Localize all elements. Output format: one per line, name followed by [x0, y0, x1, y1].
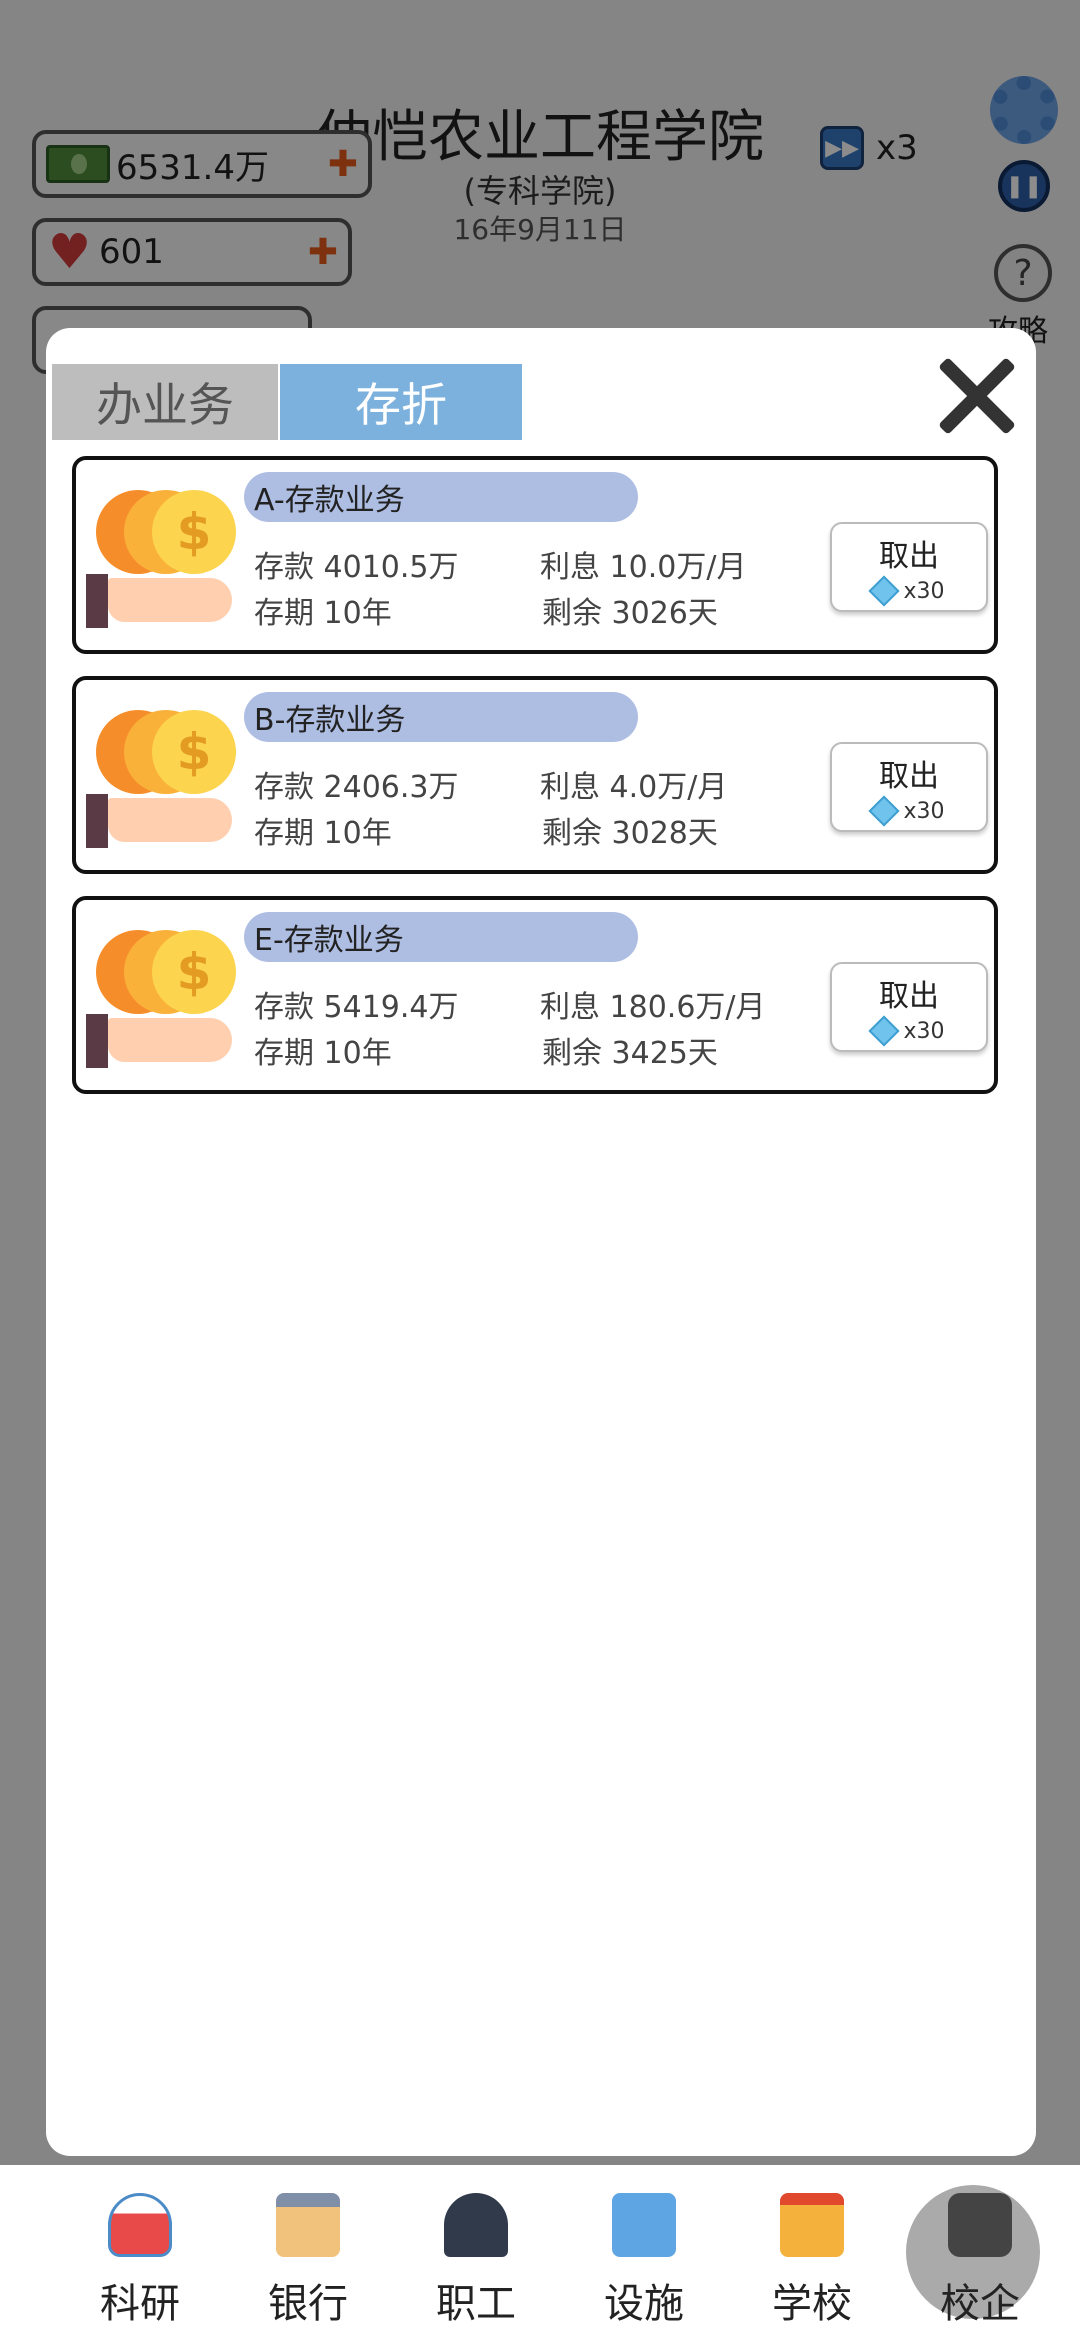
withdraw-cost: x30: [868, 1015, 945, 1047]
deposit-term: 存期 10年: [254, 1036, 392, 1071]
nav-school[interactable]: 学校: [728, 2165, 896, 2340]
tab-business[interactable]: 办业务: [52, 364, 278, 440]
deposit-title: E-存款业务: [244, 912, 638, 962]
nav-enterprise[interactable]: 校企: [896, 2165, 1064, 2340]
withdraw-label: 取出: [879, 758, 939, 794]
withdraw-button[interactable]: 取出 x30: [830, 962, 988, 1052]
nav-label: 科研: [100, 2281, 180, 2327]
deposit-term: 存期 10年: [254, 596, 392, 631]
nav-label: 设施: [604, 2281, 684, 2327]
school-icon: [780, 2193, 844, 2257]
diamond-icon: [868, 795, 901, 827]
nav-label: 校企: [940, 2281, 1020, 2327]
deposit-remaining: 剩余 3028天: [542, 816, 718, 851]
deposit-card: $ A-存款业务 存款 4010.5万 存期 10年 利息 10.0万/月 剩余…: [72, 456, 998, 654]
bottom-nav: 科研 银行 职工 设施 学校 校企: [0, 2165, 1080, 2340]
close-icon[interactable]: [934, 354, 1018, 438]
deposit-amount: 存款 2406.3万: [254, 770, 459, 805]
withdraw-cost: x30: [868, 575, 945, 607]
nav-staff[interactable]: 职工: [392, 2165, 560, 2340]
nav-research[interactable]: 科研: [56, 2165, 224, 2340]
deposit-interest: 利息 10.0万/月: [540, 550, 747, 585]
deposit-remaining: 剩余 3026天: [542, 596, 718, 631]
withdraw-label: 取出: [879, 978, 939, 1014]
deposit-card: $ B-存款业务 存款 2406.3万 存期 10年 利息 4.0万/月 剩余 …: [72, 676, 998, 874]
diamond-icon: [868, 1015, 901, 1047]
tab-passbook[interactable]: 存折: [280, 364, 522, 440]
deposit-term: 存期 10年: [254, 816, 392, 851]
deposit-amount: 存款 5419.4万: [254, 990, 459, 1025]
deposit-amount: 存款 4010.5万: [254, 550, 459, 585]
flask-icon: [108, 2193, 172, 2257]
withdraw-button[interactable]: 取出 x30: [830, 742, 988, 832]
deposit-card: $ E-存款业务 存款 5419.4万 存期 10年 利息 180.6万/月 剩…: [72, 896, 998, 1094]
bank-icon: [276, 2193, 340, 2257]
coins-hand-icon: $: [86, 478, 236, 628]
withdraw-label: 取出: [879, 538, 939, 574]
nav-label: 银行: [268, 2281, 348, 2327]
nav-bank[interactable]: 银行: [224, 2165, 392, 2340]
withdraw-cost: x30: [868, 795, 945, 827]
nav-facility[interactable]: 设施: [560, 2165, 728, 2340]
withdraw-button[interactable]: 取出 x30: [830, 522, 988, 612]
diamond-icon: [868, 575, 901, 607]
deposit-title: B-存款业务: [244, 692, 638, 742]
bank-modal: 办业务 存折 $ A-存款业务 存款 4010.5万 存期 10年 利息 10.…: [46, 328, 1036, 2156]
deposit-remaining: 剩余 3425天: [542, 1036, 718, 1071]
coins-hand-icon: $: [86, 698, 236, 848]
nav-label: 职工: [436, 2281, 516, 2327]
building-icon: [612, 2193, 676, 2257]
coins-hand-icon: $: [86, 918, 236, 1068]
deposit-interest: 利息 4.0万/月: [540, 770, 728, 805]
deposit-title: A-存款业务: [244, 472, 638, 522]
graduation-cap-icon: [444, 2193, 508, 2257]
lock-icon: [948, 2193, 1012, 2257]
deposit-interest: 利息 180.6万/月: [540, 990, 766, 1025]
nav-label: 学校: [772, 2281, 852, 2327]
